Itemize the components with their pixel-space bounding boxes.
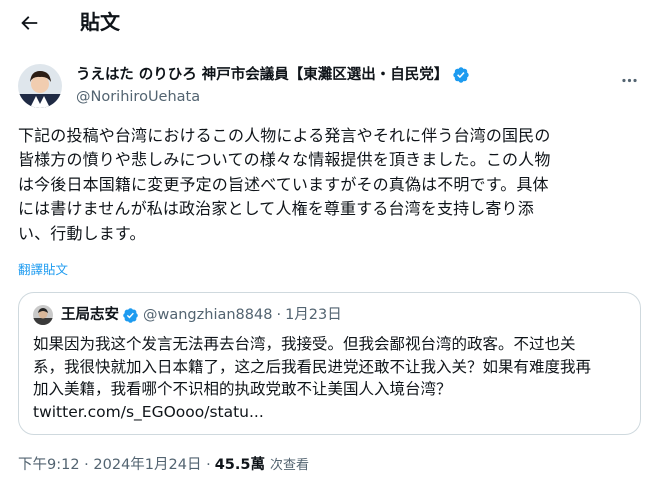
tweet-author: うえはた のりひろ 神戸市会議員【東灘区選出・自民党】 @NorihiroUeh… [18, 62, 643, 110]
author-handle[interactable]: @NorihiroUehata [76, 87, 200, 107]
views-label: 次查看 [269, 458, 309, 473]
quoted-avatar [33, 305, 53, 325]
back-button[interactable] [12, 6, 46, 40]
tweet-text-line: は今後日本国籍に変更予定の旨述べていますがその真偽は不明です。具体 [18, 174, 549, 194]
arrow-left-icon [21, 16, 38, 30]
quoted-avatar-image [33, 305, 53, 325]
views-count: 45.5萬 [214, 457, 265, 473]
quoted-author-name: 王局志安 [61, 307, 119, 323]
quoted-author-handle: @wangzhian8848 [143, 307, 273, 323]
author-name-row: うえはた のりひろ 神戸市会議員【東灘区選出・自民党】 [76, 65, 470, 85]
translate-post-link[interactable]: 翻譯貼文 [18, 262, 68, 278]
tweet-text-line: には書けませんが私は政治家として人権を尊重する台湾を支持し寄り添 [18, 199, 534, 219]
more-button[interactable] [615, 66, 643, 94]
tweet-text-line: い、行動します。 [18, 223, 146, 243]
avatar[interactable] [18, 64, 62, 108]
quoted-tweet-header: 王局志安 @wangzhian8848 · 1月23日 [33, 305, 342, 325]
page-header: 貼文 [0, 0, 659, 46]
verified-badge-icon[interactable] [452, 66, 470, 84]
quoted-text-line: 如果因为我这个发言无法再去台湾，我接受。但我会鄙视台湾的政客。不过也关 [33, 335, 576, 353]
quoted-text-line: 系，我很快就加入日本籍了，这之后我看民进党还敢不让我入关？如果有难度我再 [33, 357, 592, 376]
author-name[interactable]: うえはた のりひろ 神戸市会議員【東灘区選出・自民党】 [76, 65, 448, 85]
avatar-image [18, 64, 62, 108]
quoted-text-line: 加入美籍，我看哪个不识相的执政党敢不让美国人入境台湾？ [33, 380, 452, 398]
more-horizontal-icon [621, 78, 637, 82]
quoted-link: twitter.com/s_EGOooo/statu... [33, 402, 264, 421]
quoted-date: 1月23日 [285, 307, 342, 323]
tweet-text-line: 皆様方の憤りや悲しみについての様々な情報提供を頂きました。この人物 [18, 150, 551, 170]
page-title: 貼文 [80, 10, 120, 34]
tweet-text-line: 下記の投稿や台湾におけるこの人物による発言やそれに伴う台湾の国民の [18, 126, 551, 145]
quoted-tweet-text: 如果因为我这个发言无法再去台湾，我接受。但我会鄙视台湾的政客。不过也关 系，我很… [33, 333, 629, 423]
verified-badge-icon [123, 307, 138, 323]
separator-dot: · [276, 307, 282, 323]
tweet-timestamp[interactable]: 下午9:12 · 2024年1月24日 · [18, 455, 211, 475]
quoted-tweet-card[interactable]: 王局志安 @wangzhian8848 · 1月23日 如果因为我这个发言无法再… [18, 292, 641, 435]
tweet-text: 下記の投稿や台湾におけるこの人物による発言やそれに伴う台湾の国民の 皆様方の憤り… [18, 124, 643, 246]
tweet-meta: 下午9:12 · 2024年1月24日 · 45.5萬 次查看 [18, 455, 309, 476]
